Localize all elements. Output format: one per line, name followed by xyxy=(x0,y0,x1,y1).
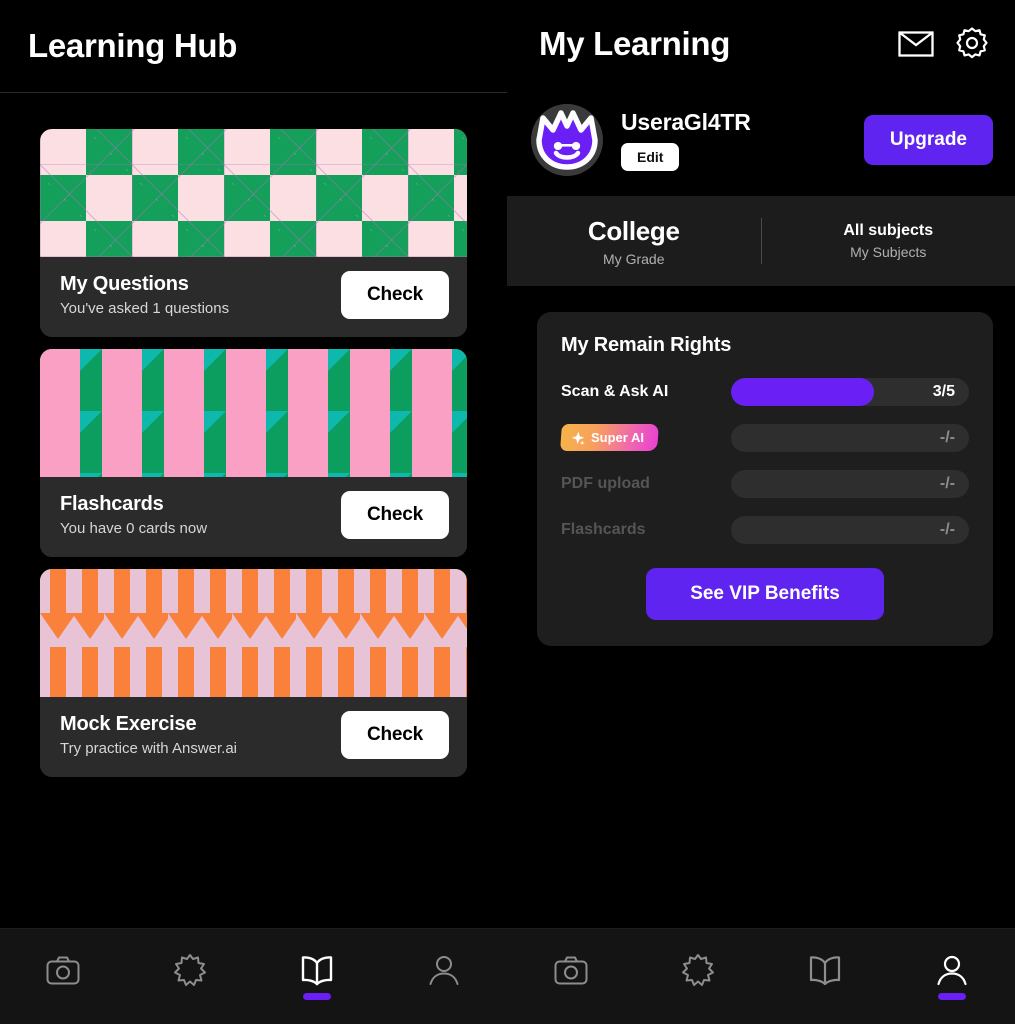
app-root: Learning Hub My Questions You've asked 1… xyxy=(0,0,1015,1024)
tab-profile[interactable] xyxy=(380,929,507,1024)
arrow-pattern-svg xyxy=(40,569,467,697)
learning-hub-header: Learning Hub xyxy=(0,0,507,93)
learning-hub-pane: Learning Hub My Questions You've asked 1… xyxy=(0,0,507,1024)
subjects-value: All subjects xyxy=(843,222,934,239)
card-subtitle: Try practice with Answer.ai xyxy=(60,740,238,757)
username: UseraGl4TR xyxy=(621,109,751,135)
rights-row-scan-ask-ai: Scan & Ask AI 3/5 xyxy=(561,373,969,410)
tab-camera[interactable] xyxy=(0,929,127,1024)
rights-card-title: My Remain Rights xyxy=(561,334,732,356)
card-art-arrow-pattern xyxy=(40,569,467,697)
card-title: Flashcards xyxy=(60,493,164,515)
avatar[interactable] xyxy=(531,104,603,176)
segment-my-grade[interactable]: College My Grade xyxy=(507,196,761,286)
card-mock-exercise[interactable]: Mock Exercise Try practice with Answer.a… xyxy=(40,569,467,777)
mail-icon[interactable] xyxy=(893,21,939,67)
tab-indicator xyxy=(811,993,839,1000)
tab-indicator-active xyxy=(302,992,331,1000)
super-ai-badge-label: Super AI xyxy=(591,430,644,445)
tab-camera[interactable] xyxy=(507,929,634,1024)
card-art-diamond-pattern xyxy=(40,129,467,257)
rights-progress-value: -/- xyxy=(939,428,955,446)
bottom-nav-left xyxy=(0,928,507,1024)
card-subtitle: You've asked 1 questions xyxy=(60,300,230,317)
rights-row-label: Flashcards xyxy=(561,520,646,538)
rights-progress-bar: -/- xyxy=(731,423,969,452)
check-button-flashcards[interactable]: Check xyxy=(340,491,449,539)
tab-profile[interactable] xyxy=(888,929,1015,1024)
rights-row-label: PDF upload xyxy=(561,474,650,492)
hub-card-list: My Questions You've asked 1 questions Ch… xyxy=(0,93,507,777)
rights-progress-bar: -/- xyxy=(731,469,969,498)
vip-row: See VIP Benefits xyxy=(561,568,969,620)
sparkle-burst-icon xyxy=(681,953,715,987)
tab-indicator xyxy=(430,993,458,1000)
check-button-my-questions[interactable]: Check xyxy=(340,271,449,319)
segment-my-subjects[interactable]: All subjects My Subjects xyxy=(762,196,1015,286)
tab-sparkle[interactable] xyxy=(634,929,761,1024)
my-learning-header: My Learning xyxy=(507,0,1015,88)
grade-value: College xyxy=(587,215,680,246)
grade-label: My Grade xyxy=(603,250,665,267)
rights-progress-bar: -/- xyxy=(731,515,969,544)
card-texts: Flashcards You have 0 cards now xyxy=(60,493,207,537)
my-learning-pane: My Learning UseraGl4TR Edit Upgrade Coll… xyxy=(507,0,1015,1024)
card-body: My Questions You've asked 1 questions Ch… xyxy=(40,257,467,337)
checker-pattern-svg xyxy=(40,349,467,477)
gear-icon[interactable] xyxy=(949,21,995,67)
rights-row-super-ai: Super AI -/- xyxy=(560,419,969,456)
card-body: Mock Exercise Try practice with Answer.a… xyxy=(40,697,467,777)
camera-icon xyxy=(554,955,588,985)
profile-meta: UseraGl4TR Edit xyxy=(621,109,846,171)
tab-indicator-active xyxy=(937,992,966,1000)
open-book-icon xyxy=(807,954,843,986)
tab-indicator xyxy=(557,992,585,999)
rights-progress-value: -/- xyxy=(939,474,955,492)
rights-progress-fill xyxy=(731,377,874,406)
edit-profile-button[interactable]: Edit xyxy=(621,143,680,171)
rights-row-label: Scan & Ask AI xyxy=(561,382,669,400)
grade-subject-bar: College My Grade All subjects My Subject… xyxy=(507,196,1015,286)
card-art-checker-pattern xyxy=(40,349,467,477)
rights-progress-value: 3/5 xyxy=(932,382,955,400)
tab-learning-book[interactable] xyxy=(761,929,888,1024)
card-flashcards[interactable]: Flashcards You have 0 cards now Check xyxy=(40,349,467,557)
profile-row: UseraGl4TR Edit Upgrade xyxy=(507,88,1015,196)
upgrade-button[interactable]: Upgrade xyxy=(863,115,993,165)
tab-sparkle[interactable] xyxy=(127,929,254,1024)
see-vip-benefits-button[interactable]: See VIP Benefits xyxy=(646,568,884,620)
page-title-my-learning: My Learning xyxy=(539,25,731,62)
tab-learning-book[interactable] xyxy=(254,929,381,1024)
rights-progress-value: -/- xyxy=(939,520,955,538)
purple-monster-avatar-icon xyxy=(531,104,603,176)
card-title: Mock Exercise xyxy=(60,713,197,735)
page-title: Learning Hub xyxy=(28,27,238,64)
subjects-label: My Subjects xyxy=(850,244,927,260)
rights-row-flashcards: Flashcards -/- xyxy=(561,511,969,548)
open-book-icon xyxy=(299,954,335,986)
card-title: My Questions xyxy=(60,273,189,295)
rights-row-label-badge: Super AI xyxy=(560,424,731,451)
super-ai-badge: Super AI xyxy=(560,424,659,451)
tab-indicator xyxy=(176,994,204,1001)
sparkle-burst-icon xyxy=(173,953,207,987)
person-icon xyxy=(427,954,461,986)
sparkle-icon xyxy=(571,431,585,445)
person-icon xyxy=(935,954,969,986)
card-body: Flashcards You have 0 cards now Check xyxy=(40,477,467,557)
my-remain-rights-card: My Remain Rights Scan & Ask AI 3/5 Super… xyxy=(537,312,993,646)
tab-indicator xyxy=(49,992,77,999)
tab-indicator xyxy=(684,994,712,1001)
rights-row-pdf-upload: PDF upload -/- xyxy=(561,465,969,502)
rights-progress-bar: 3/5 xyxy=(731,377,969,406)
camera-icon xyxy=(46,955,80,985)
card-texts: My Questions You've asked 1 questions xyxy=(60,273,229,317)
check-button-mock-exercise[interactable]: Check xyxy=(340,711,449,759)
bottom-nav-right xyxy=(507,928,1015,1024)
card-texts: Mock Exercise Try practice with Answer.a… xyxy=(60,713,237,757)
card-my-questions[interactable]: My Questions You've asked 1 questions Ch… xyxy=(40,129,467,337)
card-subtitle: You have 0 cards now xyxy=(60,520,208,537)
